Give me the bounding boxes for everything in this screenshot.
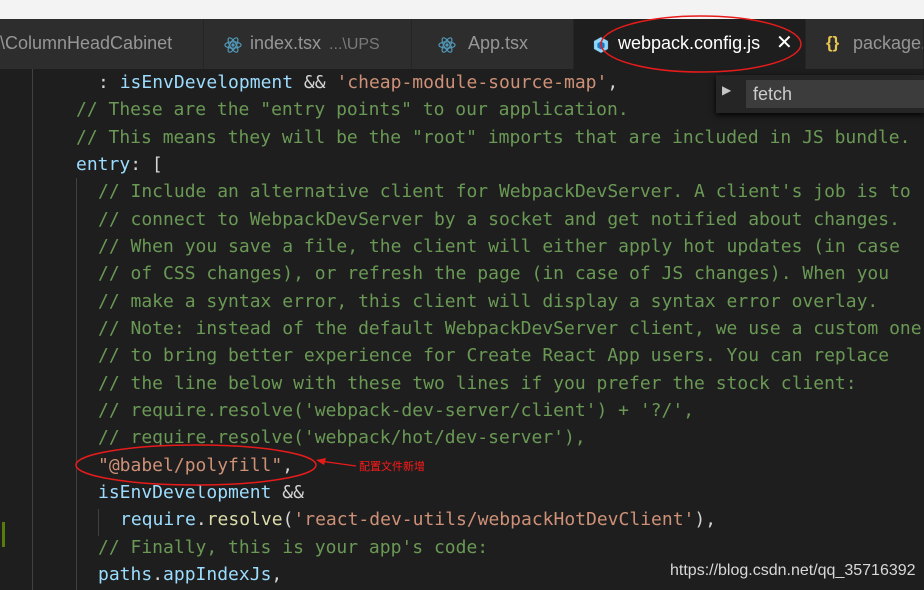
tab-highlight-ellipse [600,15,802,73]
annotation-arrowhead-icon [316,458,326,465]
annotation-arrow-line [319,460,357,467]
annotation-note: 配置文件新增 [359,460,425,473]
code-highlight-ellipse [75,444,317,486]
annotation-overlay [75,15,802,486]
watermark: https://blog.csdn.net/qq_35716392 [670,562,916,579]
